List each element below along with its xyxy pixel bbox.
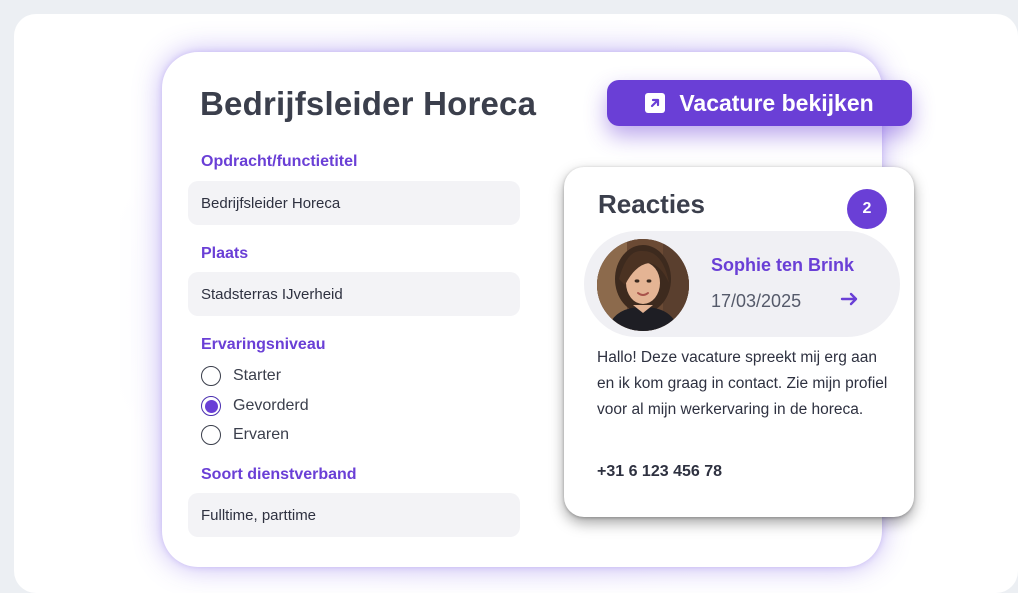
applicant-message: Hallo! Deze vacature spreekt mij erg aan… bbox=[597, 349, 888, 418]
job-title: Bedrijfsleider Horeca bbox=[200, 85, 537, 122]
radio-label: Ervaren bbox=[233, 426, 290, 443]
dienstverband-field[interactable]: Fulltime, parttime bbox=[188, 493, 520, 537]
external-link-icon bbox=[645, 93, 666, 113]
view-vacancy-label: Vacature bekijken bbox=[679, 89, 874, 116]
radio-button[interactable] bbox=[201, 425, 221, 445]
functie-value: Bedrijfsleider Horeca bbox=[201, 194, 341, 212]
ervaring-label: Ervaringsniveau bbox=[201, 336, 326, 353]
radio-option-ervaren[interactable]: Ervaren bbox=[201, 425, 289, 445]
plaats-label: Plaats bbox=[201, 245, 249, 262]
radio-label: Gevorderd bbox=[233, 397, 309, 414]
applicant-date: 17/03/2025 bbox=[711, 291, 802, 311]
radio-button-checked[interactable] bbox=[201, 396, 221, 416]
applicant-item[interactable]: Sophie ten Brink 17/03/2025 bbox=[584, 231, 900, 337]
plaats-value: Stadsterras IJverheid bbox=[201, 285, 343, 303]
reacties-count-badge: 2 bbox=[847, 189, 887, 229]
applicant-name[interactable]: Sophie ten Brink bbox=[711, 255, 854, 276]
radio-option-gevorderd[interactable]: Gevorderd bbox=[201, 396, 309, 416]
reacties-card: Reacties 2 Sophie ten Brink 17/03/2025 H… bbox=[564, 167, 914, 517]
reacties-title: Reacties bbox=[598, 189, 705, 219]
avatar bbox=[597, 239, 689, 331]
arrow-right-icon[interactable] bbox=[840, 289, 860, 315]
dienstverband-value: Fulltime, parttime bbox=[201, 506, 317, 524]
functie-label: Opdracht/functietitel bbox=[201, 153, 358, 170]
radio-option-starter[interactable]: Starter bbox=[201, 366, 281, 386]
radio-button[interactable] bbox=[201, 366, 221, 386]
functie-field[interactable]: Bedrijfsleider Horeca bbox=[188, 181, 520, 225]
plaats-field[interactable]: Stadsterras IJverheid bbox=[188, 272, 520, 316]
radio-label: Starter bbox=[233, 367, 282, 384]
view-vacancy-button[interactable]: Vacature bekijken bbox=[607, 80, 912, 126]
applicant-phone: +31 6 123 456 78 bbox=[597, 463, 723, 480]
dienstverband-label: Soort dienstverband bbox=[201, 466, 357, 483]
